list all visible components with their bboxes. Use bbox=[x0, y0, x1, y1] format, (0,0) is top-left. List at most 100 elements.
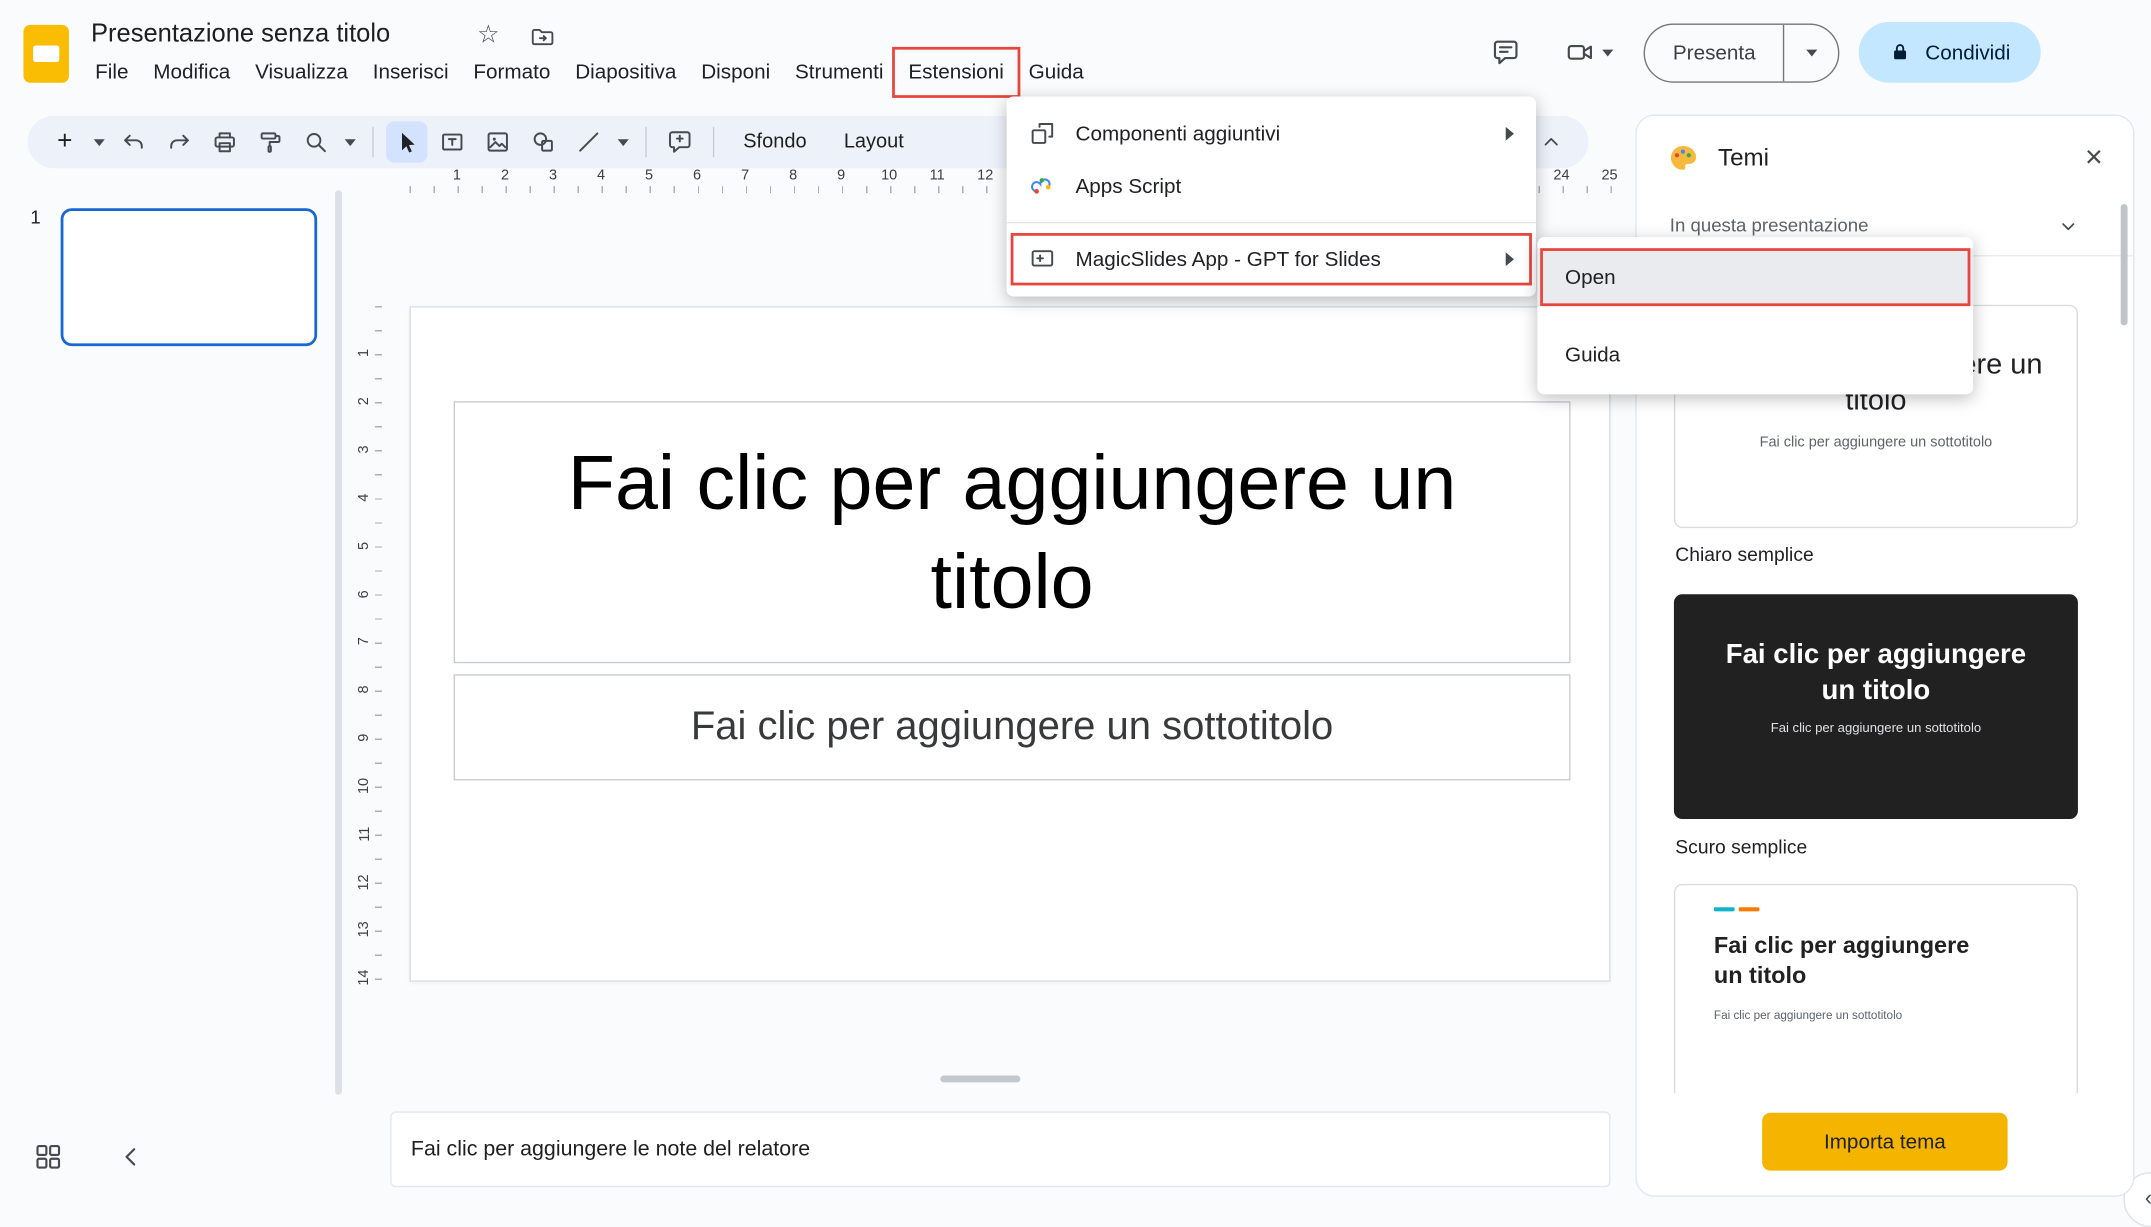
chevron-down-icon bbox=[1806, 49, 1817, 56]
close-icon[interactable]: × bbox=[2085, 142, 2103, 172]
share-button[interactable]: Condividi bbox=[1859, 22, 2041, 83]
menu-inserisci[interactable]: Inserisci bbox=[360, 57, 461, 89]
title-placeholder[interactable]: Fai clic per aggiungere un titolo bbox=[454, 401, 1571, 663]
menu-item-label: Apps Script bbox=[1076, 174, 1182, 197]
slide-number: 1 bbox=[30, 207, 40, 228]
themes-panel-footer: Importa tema bbox=[1638, 1093, 2132, 1194]
slides-app-icon-page bbox=[33, 46, 59, 63]
menu-guida[interactable]: Guida bbox=[1016, 57, 1096, 89]
theme-preview-title: Fai clic per aggiungere un titolo bbox=[1714, 931, 2004, 992]
text-box-button[interactable] bbox=[432, 121, 473, 162]
theme-preview-title: Fai clic per aggiungere un titolo bbox=[1714, 637, 2038, 709]
filmstrip-scrollbar[interactable] bbox=[335, 190, 342, 1095]
orange-dash bbox=[1739, 907, 1760, 911]
insert-line-button[interactable] bbox=[568, 121, 609, 162]
add-ons-icon bbox=[1029, 120, 1057, 148]
toolbar-divider bbox=[645, 127, 646, 157]
theme-preview-subtitle: Fai clic per aggiungere un sottotitolo bbox=[1675, 434, 2076, 451]
collapse-filmstrip-button[interactable] bbox=[116, 1142, 146, 1172]
subtitle-placeholder-text: Fai clic per aggiungere un sottotitolo bbox=[691, 705, 1333, 751]
theme-card[interactable]: Fai clic per aggiungere un titolo Fai cl… bbox=[1674, 884, 2078, 1105]
extensions-dropdown-menu: Componenti aggiuntivi Apps Script MagicS… bbox=[1007, 97, 1536, 297]
chevron-left-icon bbox=[116, 1142, 146, 1172]
menu-item-magicslides[interactable]: MagicSlides App - GPT for Slides bbox=[1007, 233, 1536, 285]
theme-name: Scuro semplice bbox=[1675, 836, 1807, 858]
magicslides-submenu: Open Guida bbox=[1537, 237, 1973, 394]
zoom-options-button[interactable] bbox=[341, 121, 360, 162]
print-button[interactable] bbox=[204, 121, 245, 162]
theme-card-scuro-semplice[interactable]: Fai clic per aggiungere un titolo Fai cl… bbox=[1674, 594, 2078, 819]
menu-formato[interactable]: Formato bbox=[461, 57, 563, 89]
zoom-button[interactable] bbox=[295, 121, 336, 162]
menu-item-apps-script[interactable]: Apps Script bbox=[1007, 160, 1536, 212]
new-slide-button[interactable]: + bbox=[44, 121, 85, 162]
document-title[interactable]: Presentazione senza titolo bbox=[91, 18, 390, 48]
layout-button[interactable]: Layout bbox=[827, 121, 920, 162]
grid-view-button[interactable] bbox=[33, 1142, 63, 1172]
insert-image-button[interactable] bbox=[477, 121, 518, 162]
present-options-button[interactable] bbox=[1783, 24, 1838, 81]
themes-section-label: In questa presentazione bbox=[1670, 215, 1869, 236]
menu-visualizza[interactable]: Visualizza bbox=[243, 57, 361, 89]
menu-item-label: MagicSlides App - GPT for Slides bbox=[1076, 248, 1381, 271]
toolbar-divider bbox=[372, 127, 373, 157]
menu-disponi[interactable]: Disponi bbox=[689, 57, 783, 89]
themes-panel-header: Temi × bbox=[1637, 116, 2133, 199]
new-slide-options-button[interactable] bbox=[90, 121, 109, 162]
theme-preview-subtitle: Fai clic per aggiungere un sottotitolo bbox=[1714, 1008, 2038, 1022]
speaker-notes-placeholder: Fai clic per aggiungere le note del rela… bbox=[411, 1137, 810, 1162]
import-theme-button[interactable]: Importa tema bbox=[1762, 1113, 2007, 1171]
chevron-down-icon bbox=[1602, 49, 1613, 56]
menu-item-label: Componenti aggiuntivi bbox=[1076, 122, 1281, 145]
submenu-arrow-icon bbox=[1506, 127, 1514, 141]
palette-icon bbox=[1667, 141, 1699, 173]
background-button[interactable]: Sfondo bbox=[727, 121, 823, 162]
toolbar-divider bbox=[713, 127, 714, 157]
slides-app-icon[interactable] bbox=[23, 25, 69, 83]
menu-divider bbox=[1007, 222, 1536, 223]
submenu-item-open[interactable]: Open bbox=[1537, 248, 1973, 306]
join-call-button[interactable] bbox=[1553, 37, 1625, 67]
redo-button[interactable] bbox=[159, 121, 200, 162]
menu-diapositiva[interactable]: Diapositiva bbox=[563, 57, 689, 89]
menu-file[interactable]: File bbox=[83, 57, 141, 89]
star-icon[interactable]: ☆ bbox=[477, 21, 499, 50]
present-button[interactable]: Presenta bbox=[1645, 41, 1783, 64]
chevron-down-icon bbox=[2056, 213, 2081, 238]
insert-shape-button[interactable] bbox=[523, 121, 564, 162]
theme-accent-dashes bbox=[1714, 907, 2038, 911]
speaker-notes[interactable]: Fai clic per aggiungere le note del rela… bbox=[390, 1111, 1610, 1187]
topbar-actions: Presenta Condividi bbox=[1478, 22, 2040, 83]
subtitle-placeholder[interactable]: Fai clic per aggiungere un sottotitolo bbox=[454, 674, 1571, 780]
vertical-ruler: 1234567891011121314 bbox=[353, 330, 375, 1002]
theme-name: Chiaro semplice bbox=[1675, 543, 1813, 565]
slide-thumbnail[interactable] bbox=[61, 208, 317, 346]
themes-panel-scrollbar[interactable] bbox=[2121, 204, 2128, 325]
submenu-item-label: Guida bbox=[1565, 343, 1620, 366]
grid-view-icon bbox=[33, 1142, 63, 1172]
menu-strumenti[interactable]: Strumenti bbox=[783, 57, 896, 89]
submenu-arrow-icon bbox=[1506, 252, 1514, 266]
share-button-label: Condividi bbox=[1925, 41, 2010, 64]
theme-preview-subtitle: Fai clic per aggiungere un sottotitolo bbox=[1675, 721, 2076, 736]
notes-resize-handle[interactable] bbox=[940, 1076, 1020, 1083]
line-options-button[interactable] bbox=[614, 121, 633, 162]
menu-item-componenti-aggiuntivi[interactable]: Componenti aggiuntivi bbox=[1007, 108, 1536, 160]
hide-menus-button[interactable] bbox=[1531, 121, 1572, 162]
comment-history-button[interactable] bbox=[1478, 25, 1533, 80]
chevron-up-icon bbox=[1539, 130, 1564, 155]
insert-comment-button[interactable] bbox=[659, 121, 700, 162]
present-split-button: Presenta bbox=[1644, 23, 1840, 82]
undo-button[interactable] bbox=[113, 121, 154, 162]
select-tool-button[interactable] bbox=[386, 121, 427, 162]
google-slides-window: Presentazione senza titolo ☆ File Modifi… bbox=[0, 0, 2151, 1213]
submenu-item-guida[interactable]: Guida bbox=[1537, 325, 1973, 383]
vertical-ruler-ticks bbox=[375, 306, 382, 982]
move-to-folder-icon[interactable] bbox=[529, 23, 555, 49]
magicslides-icon bbox=[1029, 245, 1057, 273]
menu-modifica[interactable]: Modifica bbox=[141, 57, 243, 89]
menu-estensioni[interactable]: Estensioni bbox=[896, 57, 1016, 89]
cursor-icon bbox=[394, 129, 420, 155]
paint-format-button[interactable] bbox=[250, 121, 291, 162]
title-placeholder-text: Fai clic per aggiungere un titolo bbox=[481, 433, 1543, 631]
